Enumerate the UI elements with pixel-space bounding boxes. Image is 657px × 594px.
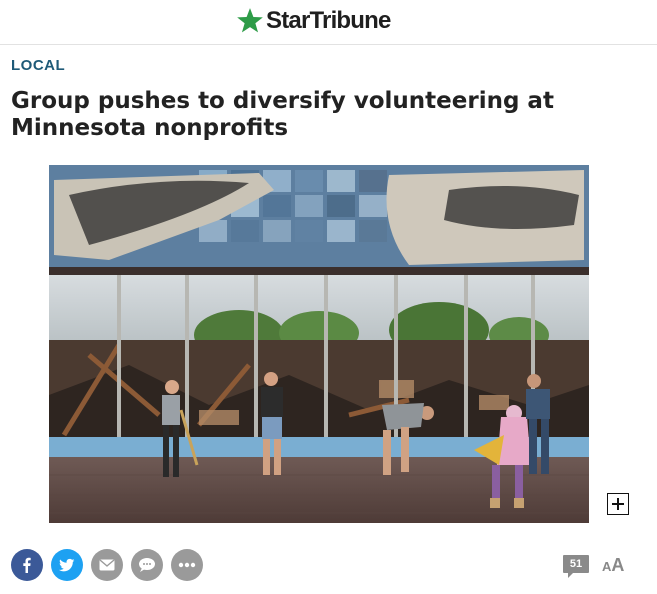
comment-count: 51 [569, 558, 583, 570]
more-icon [178, 562, 196, 568]
comments-button[interactable]: 51 [563, 555, 589, 584]
logo-text: StarTribune [266, 7, 391, 34]
star-icon [237, 8, 263, 33]
font-size-small-label: A [602, 559, 612, 574]
share-buttons [11, 549, 211, 581]
more-share-button[interactable] [171, 549, 203, 581]
email-icon [99, 559, 115, 571]
email-share-button[interactable] [91, 549, 123, 581]
font-size-large-label: A [611, 555, 625, 575]
site-logo[interactable]: StarTribune [236, 6, 391, 36]
plus-icon [612, 498, 624, 510]
article-headline: Group pushes to diversify volunteering a… [11, 88, 554, 141]
twitter-icon [59, 558, 75, 572]
sms-share-button[interactable] [131, 549, 163, 581]
expand-photo-button[interactable] [607, 493, 629, 515]
font-size-toggle[interactable]: AA [602, 555, 624, 576]
twitter-share-button[interactable] [51, 549, 83, 581]
chat-icon [139, 558, 155, 572]
facebook-icon [23, 557, 31, 573]
article-photo[interactable] [49, 165, 589, 523]
facebook-share-button[interactable] [11, 549, 43, 581]
site-header: StarTribune [0, 0, 657, 45]
section-label[interactable]: LOCAL [11, 57, 65, 74]
